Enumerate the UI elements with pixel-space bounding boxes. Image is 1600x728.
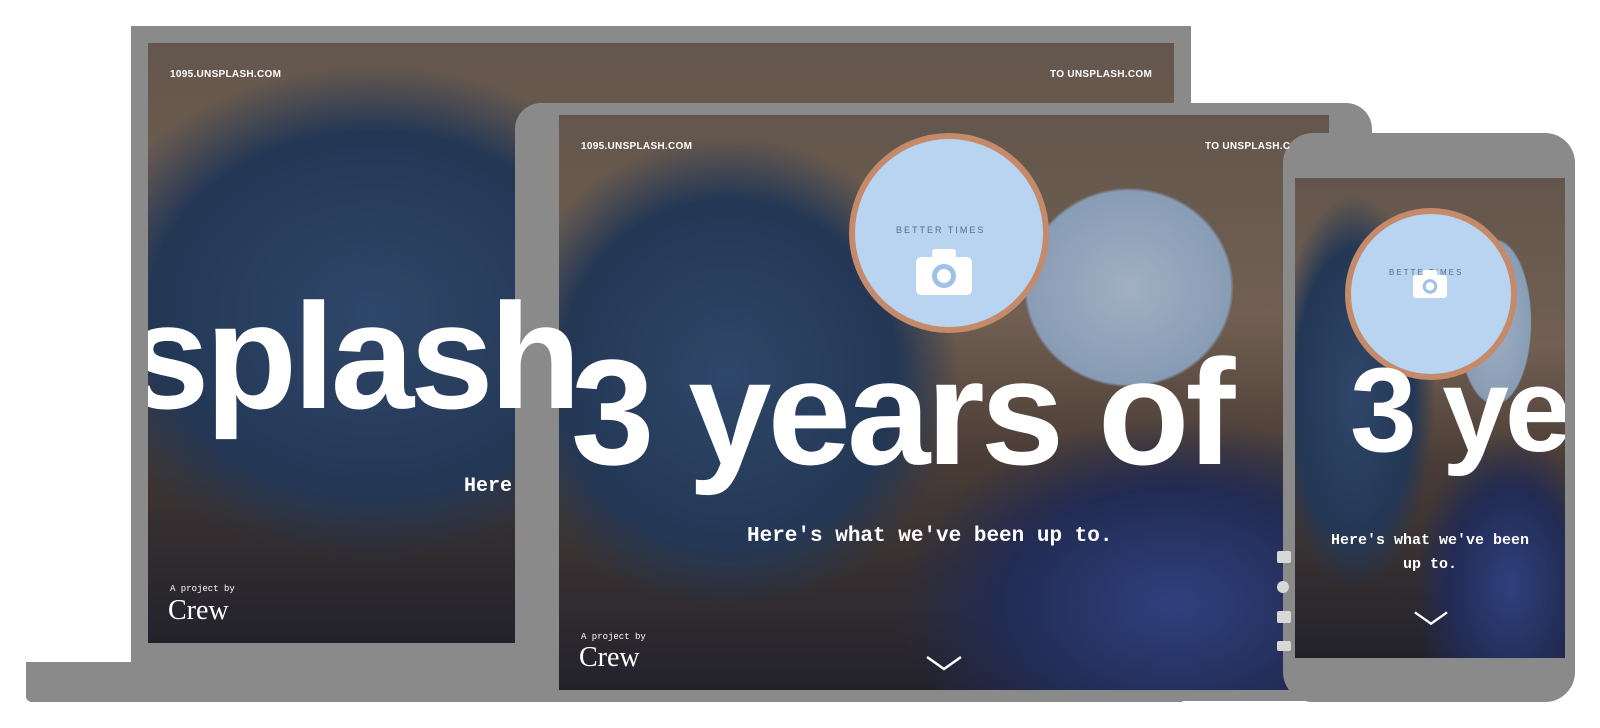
phone-screen: BETTE TIMES 3 ye Here's what we've been …	[1295, 178, 1565, 658]
camera-icon	[1413, 270, 1447, 298]
watch-brand: BETTER TIMES	[896, 225, 986, 235]
crew-logo[interactable]: Crew	[579, 642, 640, 674]
phone-subline-line2: up to.	[1403, 556, 1458, 573]
camera-icon	[916, 249, 972, 295]
project-by-label: A project by	[581, 632, 646, 642]
to-unsplash-link[interactable]: TO UNSPLASH.C	[1205, 141, 1290, 152]
phone-subline-line1: Here's what we've been	[1331, 532, 1530, 549]
crew-logo[interactable]: Crew	[168, 595, 229, 627]
laptop-headline: splash	[148, 272, 581, 440]
project-by-label: A project by	[170, 584, 235, 594]
laptop-subline: Here	[464, 475, 513, 498]
chevron-down-icon[interactable]	[925, 655, 963, 671]
phone-headline: 3 ye	[1350, 343, 1565, 477]
pinterest-icon[interactable]	[1277, 581, 1289, 593]
tablet-headline: 3 years of	[571, 328, 1235, 496]
instagram-icon[interactable]	[1277, 611, 1291, 623]
chevron-down-icon[interactable]	[1413, 610, 1449, 626]
site-home-link[interactable]: 1095.UNSPLASH.COM	[581, 141, 692, 152]
share-icon[interactable]	[1277, 551, 1291, 563]
tablet-screen: BETTER TIMES 1095.UNSPLASH.COM TO UNSPLA…	[559, 115, 1329, 690]
twitter-icon[interactable]	[1277, 641, 1291, 651]
tablet-subline: Here's what we've been up to.	[747, 525, 1113, 548]
site-home-link[interactable]: 1095.UNSPLASH.COM	[170, 69, 281, 80]
to-unsplash-link[interactable]: TO UNSPLASH.COM	[1050, 69, 1152, 80]
